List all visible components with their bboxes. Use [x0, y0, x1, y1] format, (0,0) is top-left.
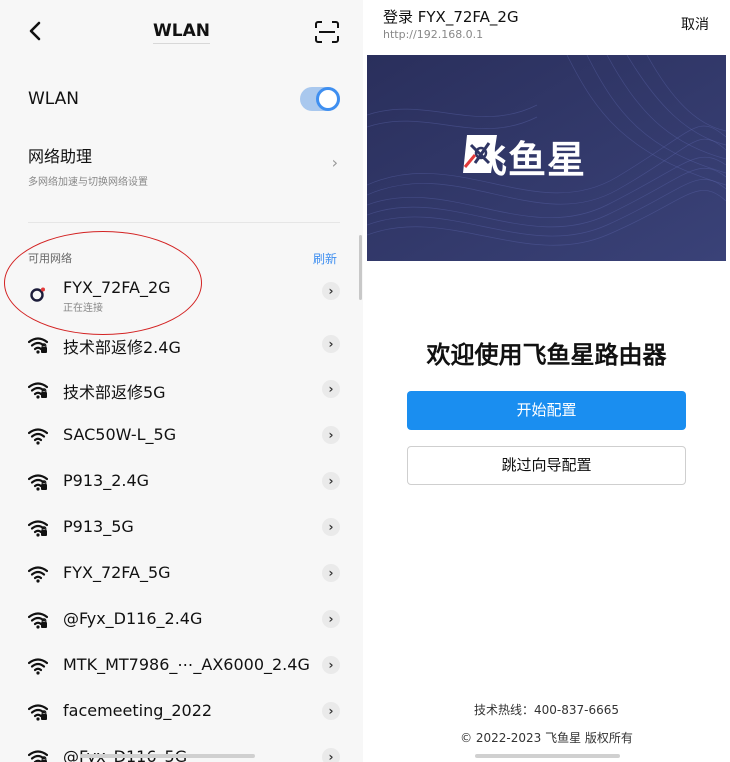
- network-detail-arrow-icon[interactable]: ›: [322, 282, 340, 300]
- network-item[interactable]: P913_5G ›: [27, 515, 340, 545]
- connecting-icon: [28, 285, 48, 303]
- network-item[interactable]: MTK_MT7986_⋯_AX6000_2.4G ›: [27, 653, 340, 683]
- network-name: P913_2.4G: [63, 471, 150, 490]
- network-name: FYX_72FA_5G: [63, 563, 171, 582]
- wifi-locked-icon: [27, 336, 49, 354]
- login-url: http://192.168.0.1: [383, 28, 484, 41]
- home-indicator: [475, 754, 620, 758]
- network-name: P913_5G: [63, 517, 134, 536]
- network-detail-arrow-icon[interactable]: ›: [322, 564, 340, 582]
- network-detail-arrow-icon[interactable]: ›: [322, 748, 340, 762]
- wifi-icon: [27, 657, 49, 675]
- wifi-locked-icon: [27, 519, 49, 537]
- network-name: @Fyx_D116_2.4G: [63, 609, 203, 628]
- network-item[interactable]: FYX_72FA_2G 正在连接 ›: [28, 278, 340, 314]
- network-status: 正在连接: [63, 303, 103, 314]
- network-item[interactable]: facemeeting_2022 ›: [27, 699, 340, 729]
- available-networks-label: 可用网络: [28, 252, 72, 265]
- wlan-row: WLAN: [28, 86, 340, 112]
- network-detail-arrow-icon[interactable]: ›: [322, 702, 340, 720]
- hotline-text: 技术热线：400-837-6665: [473, 703, 619, 717]
- network-name: 技术部返修5G: [63, 383, 166, 402]
- network-item[interactable]: 技术部返修5G ›: [27, 377, 340, 407]
- wifi-icon: [27, 427, 49, 445]
- home-indicator: [80, 754, 255, 758]
- copyright-text: © 2022-2023 飞鱼星 版权所有: [460, 731, 633, 745]
- network-assistant-row[interactable]: 网络助理 多网络加速与切换网络设置 ›: [28, 143, 340, 188]
- page-title: WLAN: [0, 21, 363, 44]
- network-name: SAC50W-L_5G: [63, 425, 177, 444]
- network-item[interactable]: P913_2.4G ›: [27, 469, 340, 499]
- scrollbar[interactable]: [359, 235, 362, 300]
- wifi-locked-icon: [27, 381, 49, 399]
- top-bar: WLAN: [0, 0, 363, 62]
- network-name: MTK_MT7986_⋯_AX6000_2.4G: [63, 655, 310, 674]
- network-item[interactable]: FYX_72FA_5G ›: [27, 561, 340, 591]
- divider: [28, 222, 340, 223]
- wifi-icon: [27, 565, 49, 583]
- brand-logo: 飞鱼星: [461, 133, 586, 182]
- router-login-panel: 登录 FYX_72FA_2G http://192.168.0.1 取消 飞鱼星…: [367, 0, 730, 762]
- skip-wizard-button[interactable]: 跳过向导配置: [407, 446, 686, 485]
- network-detail-arrow-icon[interactable]: ›: [322, 335, 340, 353]
- welcome-heading: 欢迎使用飞鱼星路由器: [426, 341, 667, 369]
- network-detail-arrow-icon[interactable]: ›: [322, 472, 340, 490]
- chevron-right-icon: ›: [331, 153, 338, 172]
- wlan-label: WLAN: [28, 89, 80, 109]
- network-detail-arrow-icon[interactable]: ›: [322, 426, 340, 444]
- wifi-locked-icon: [27, 749, 49, 762]
- network-item[interactable]: @Fyx_D116_2.4G ›: [27, 607, 340, 637]
- login-title: 登录 FYX_72FA_2G: [383, 8, 519, 26]
- network-item[interactable]: SAC50W-L_5G ›: [27, 423, 340, 453]
- wifi-locked-icon: [27, 703, 49, 721]
- wifi-locked-icon: [27, 473, 49, 491]
- network-assistant-subtitle: 多网络加速与切换网络设置: [28, 177, 148, 188]
- network-assistant-title: 网络助理: [28, 147, 93, 166]
- wlan-toggle[interactable]: [300, 87, 340, 111]
- cancel-button[interactable]: 取消: [681, 14, 709, 34]
- network-detail-arrow-icon[interactable]: ›: [322, 656, 340, 674]
- network-name: FYX_72FA_2G: [63, 278, 171, 297]
- refresh-button[interactable]: 刷新: [313, 250, 337, 267]
- network-detail-arrow-icon[interactable]: ›: [322, 380, 340, 398]
- network-detail-arrow-icon[interactable]: ›: [322, 518, 340, 536]
- network-detail-arrow-icon[interactable]: ›: [322, 610, 340, 628]
- fish-logo-icon: [463, 135, 497, 173]
- start-setup-button[interactable]: 开始配置: [407, 391, 686, 430]
- wlan-settings-panel: WLAN WLAN 网络助理 多网络加速与切换网络设置 › 可用网络 刷新 FY…: [0, 0, 363, 762]
- brand-banner: 飞鱼星: [367, 55, 726, 261]
- toggle-knob: [316, 87, 340, 111]
- network-name: facemeeting_2022: [63, 701, 213, 720]
- scan-icon[interactable]: [314, 20, 340, 44]
- screen: WLAN WLAN 网络助理 多网络加速与切换网络设置 › 可用网络 刷新 FY…: [0, 0, 730, 762]
- wifi-locked-icon: [27, 611, 49, 629]
- network-name: 技术部返修2.4G: [63, 338, 181, 357]
- network-item[interactable]: 技术部返修2.4G ›: [27, 332, 340, 362]
